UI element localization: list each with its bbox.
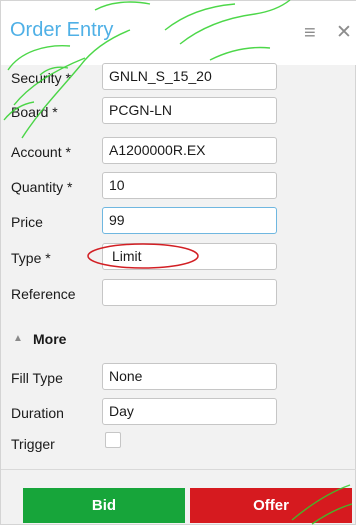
security-field[interactable]: GNLN_S_15_20: [102, 63, 277, 90]
security-row: Security * GNLN_S_15_20: [1, 63, 356, 93]
caret-up-icon: ▲: [13, 333, 23, 344]
type-field[interactable]: Limit: [102, 243, 277, 270]
duration-label: Duration: [11, 405, 64, 421]
fill-type-field[interactable]: None: [102, 363, 277, 390]
fill-type-row: Fill Type None: [1, 363, 356, 393]
fill-type-label: Fill Type: [11, 370, 63, 386]
board-field[interactable]: PCGN-LN: [102, 97, 277, 124]
quantity-row: Quantity * 10: [1, 172, 356, 202]
close-icon[interactable]: ✕: [336, 23, 352, 43]
board-row: Board * PCGN-LN: [1, 97, 356, 127]
reference-field[interactable]: [102, 279, 277, 306]
account-row: Account * A1200000R.EX: [1, 137, 356, 167]
quantity-label: Quantity *: [11, 179, 73, 195]
price-row: Price 99: [1, 207, 356, 237]
trigger-row: Trigger: [1, 429, 356, 459]
price-label: Price: [11, 214, 43, 230]
duration-row: Duration Day: [1, 398, 356, 428]
more-label: More: [33, 331, 67, 347]
account-field[interactable]: A1200000R.EX: [102, 137, 277, 164]
account-label: Account *: [11, 144, 71, 160]
quantity-field[interactable]: 10: [102, 172, 277, 199]
trigger-label: Trigger: [11, 436, 55, 452]
divider: [1, 469, 356, 470]
trigger-checkbox[interactable]: [105, 432, 121, 448]
hamburger-menu-icon[interactable]: ≡: [304, 23, 316, 43]
order-entry-panel: Order Entry ≡ ✕ Security * GNLN_S_15_20 …: [0, 0, 356, 525]
reference-label: Reference: [11, 286, 76, 302]
security-label: Security *: [11, 70, 71, 86]
board-label: Board *: [11, 104, 58, 120]
panel-header: Order Entry ≡ ✕: [1, 1, 356, 65]
bid-button[interactable]: Bid: [23, 488, 185, 523]
panel-title: Order Entry: [10, 19, 114, 41]
reference-row: Reference: [1, 279, 356, 309]
type-label: Type *: [11, 250, 51, 266]
type-row: Type * Limit: [1, 243, 356, 273]
price-field[interactable]: 99: [102, 207, 277, 234]
offer-button[interactable]: Offer: [190, 488, 352, 523]
duration-field[interactable]: Day: [102, 398, 277, 425]
